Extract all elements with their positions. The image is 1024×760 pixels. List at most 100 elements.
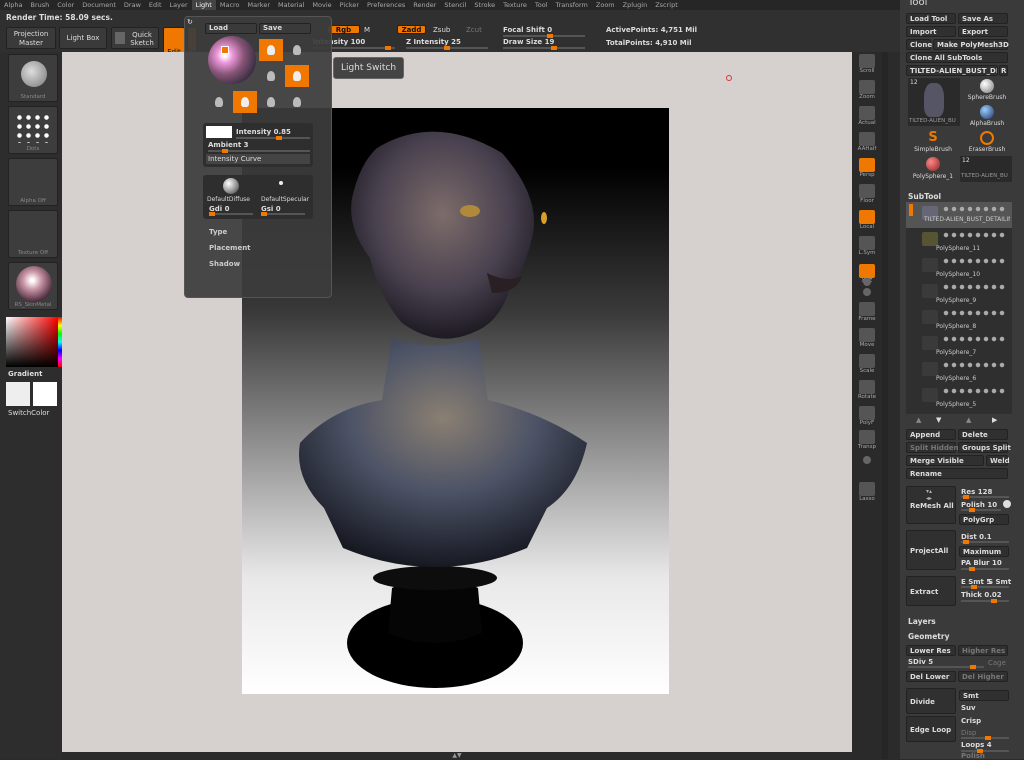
arrow-up-right-icon[interactable]: ▲ [966,416,971,424]
subtool-toggle-icons[interactable] [942,310,1006,316]
light-box-button[interactable]: Light Box [59,27,107,49]
shelf-lasso-button[interactable]: Lasso [855,482,879,508]
subtool-toggle-icons[interactable] [942,206,1006,212]
subtool-row[interactable]: PolySphere_7 [906,332,1012,358]
menu-item-marker[interactable]: Marker [244,0,274,10]
polish-toggle-icon[interactable] [1003,500,1011,508]
draw-size-slider[interactable] [503,46,585,50]
shelf-local-button[interactable]: Local [855,210,879,236]
subtool-row[interactable]: PolySphere_9 [906,280,1012,306]
shelf-zoom-button[interactable]: Zoom [855,80,879,106]
sdiv-slider[interactable] [908,665,984,669]
subtool-header[interactable]: SubTool [908,192,941,201]
save-light-button[interactable]: Save [259,23,311,34]
default-specular-icon[interactable] [279,181,283,185]
arrow-right-icon[interactable]: ▶ [992,416,997,424]
subtool-toggle-icons[interactable] [942,336,1006,342]
crisp-button[interactable]: Crisp [961,717,981,725]
make-polymesh-button[interactable]: Make PolyMesh3D [933,39,1009,50]
light-bulb-8-icon[interactable] [285,91,309,113]
menu-item-color[interactable]: Color [53,0,78,10]
arrow-down-icon[interactable]: ▼ [936,416,941,424]
menu-item-picker[interactable]: Picker [336,0,363,10]
clone-all-subtools-button[interactable]: Clone All SubTools [906,52,1008,63]
menu-item-alpha[interactable]: Alpha [0,0,26,10]
shelf-persp-button[interactable]: Persp [855,158,879,184]
light-bulb-5-icon[interactable] [207,91,231,113]
groups-split-button[interactable]: Groups Split [958,442,1011,453]
menu-item-draw[interactable]: Draw [120,0,145,10]
polish-slider[interactable] [961,508,1001,512]
secondary-color-swatch[interactable] [33,382,57,406]
subtool-toggle-icons[interactable] [942,284,1006,290]
quick-sketch-button[interactable]: Quick Sketch [111,27,159,49]
light-bulb-6-icon[interactable] [233,91,257,113]
shelf-scroll-button[interactable]: Scroll [855,54,879,80]
shelf-scale-button[interactable]: Scale [855,354,879,380]
subtool-row[interactable]: PolySphere_8 [906,306,1012,332]
eraser-brush-tool[interactable]: EraserBrush [962,130,1012,154]
menu-item-brush[interactable]: Brush [26,0,53,10]
gdi-slider[interactable] [209,212,253,216]
shelf-icon-17-button[interactable] [855,456,879,482]
load-tool-button[interactable]: Load Tool [906,13,956,24]
shelf-aahalf-button[interactable]: AAHalf [855,132,879,158]
z-intensity-slider[interactable] [406,46,488,50]
geometry-header[interactable]: Geometry [908,632,949,641]
alpha-brush-tool[interactable]: AlphaBrush [962,104,1012,128]
suv-button[interactable]: Suv [961,704,976,712]
split-hidden-button[interactable]: Split Hidden [906,442,959,453]
pa-blur-slider[interactable] [961,567,1009,571]
main-color-swatch[interactable] [6,382,30,406]
extract-button[interactable]: Extract [906,576,956,606]
bottom-tray-arrow-icon[interactable]: ▲▼ [450,752,464,759]
shadow-section[interactable]: Shadow [209,260,240,268]
subtool-row[interactable]: PolySphere_10 [906,254,1012,280]
shelf-move-button[interactable]: Move [855,328,879,354]
palette-scrollbar[interactable] [882,52,888,759]
shelf-transp-button[interactable]: Transp [855,430,879,456]
smt-slider[interactable] [961,585,1009,589]
stroke-thumbnail[interactable]: Dots [8,106,58,154]
divide-button[interactable]: Divide [906,688,956,714]
menu-item-macro[interactable]: Macro [216,0,244,10]
intensity-curve-button[interactable]: Intensity Curve [206,154,310,164]
zadd-button[interactable]: Zadd [397,25,426,34]
menu-item-texture[interactable]: Texture [499,0,531,10]
subtool-toggle-icons[interactable] [942,388,1006,394]
light-bulb-4-icon[interactable] [285,65,309,87]
shelf-actual-button[interactable]: Actual [855,106,879,132]
subtool-toggle-icons[interactable] [942,232,1006,238]
light-intensity-slider[interactable] [236,136,310,140]
menu-item-stencil[interactable]: Stencil [440,0,470,10]
clone-button[interactable]: Clone [906,39,932,50]
weld-button[interactable]: Weld [986,455,1010,466]
menu-item-zoom[interactable]: Zoom [592,0,619,10]
light-bulb-1-icon[interactable] [259,39,283,61]
tilted-alien-tool[interactable]: 12 TILTED-ALIEN_BU [960,156,1012,182]
menu-item-movie[interactable]: Movie [308,0,335,10]
res-slider[interactable] [961,495,1009,499]
shelf-frame-button[interactable]: Frame [855,302,879,328]
subtool-row[interactable]: PolySphere_5 [906,384,1012,410]
current-tool-name[interactable]: TILTED-ALIEN_BUST_DE [906,65,998,76]
shelf-rotate-button[interactable]: Rotate [855,380,879,406]
shelf-polyf-button[interactable]: PolyF [855,406,879,432]
disp-slider[interactable] [961,736,1009,740]
subtool-toggle-icons[interactable] [942,258,1006,264]
load-light-button[interactable]: Load [205,23,257,34]
placement-section[interactable]: Placement [209,244,251,252]
texture-thumbnail[interactable]: Texture Off [8,210,58,258]
alpha-thumbnail[interactable]: Alpha Off [8,158,58,206]
subtool-row[interactable]: PolySphere_6 [906,358,1012,384]
menu-item-transform[interactable]: Transform [552,0,592,10]
polygrp-button[interactable]: PolyGrp [959,514,1009,525]
menu-item-edit[interactable]: Edit [145,0,166,10]
menu-item-light[interactable]: Light [191,0,216,10]
menu-item-material[interactable]: Material [274,0,308,10]
subtool-toggle-icons[interactable] [942,362,1006,368]
menu-item-document[interactable]: Document [78,0,120,10]
menu-item-zplugin[interactable]: Zplugin [619,0,652,10]
sphere-brush-tool[interactable]: SphereBrush [962,78,1012,102]
cage-button[interactable]: Cage [988,659,1006,667]
